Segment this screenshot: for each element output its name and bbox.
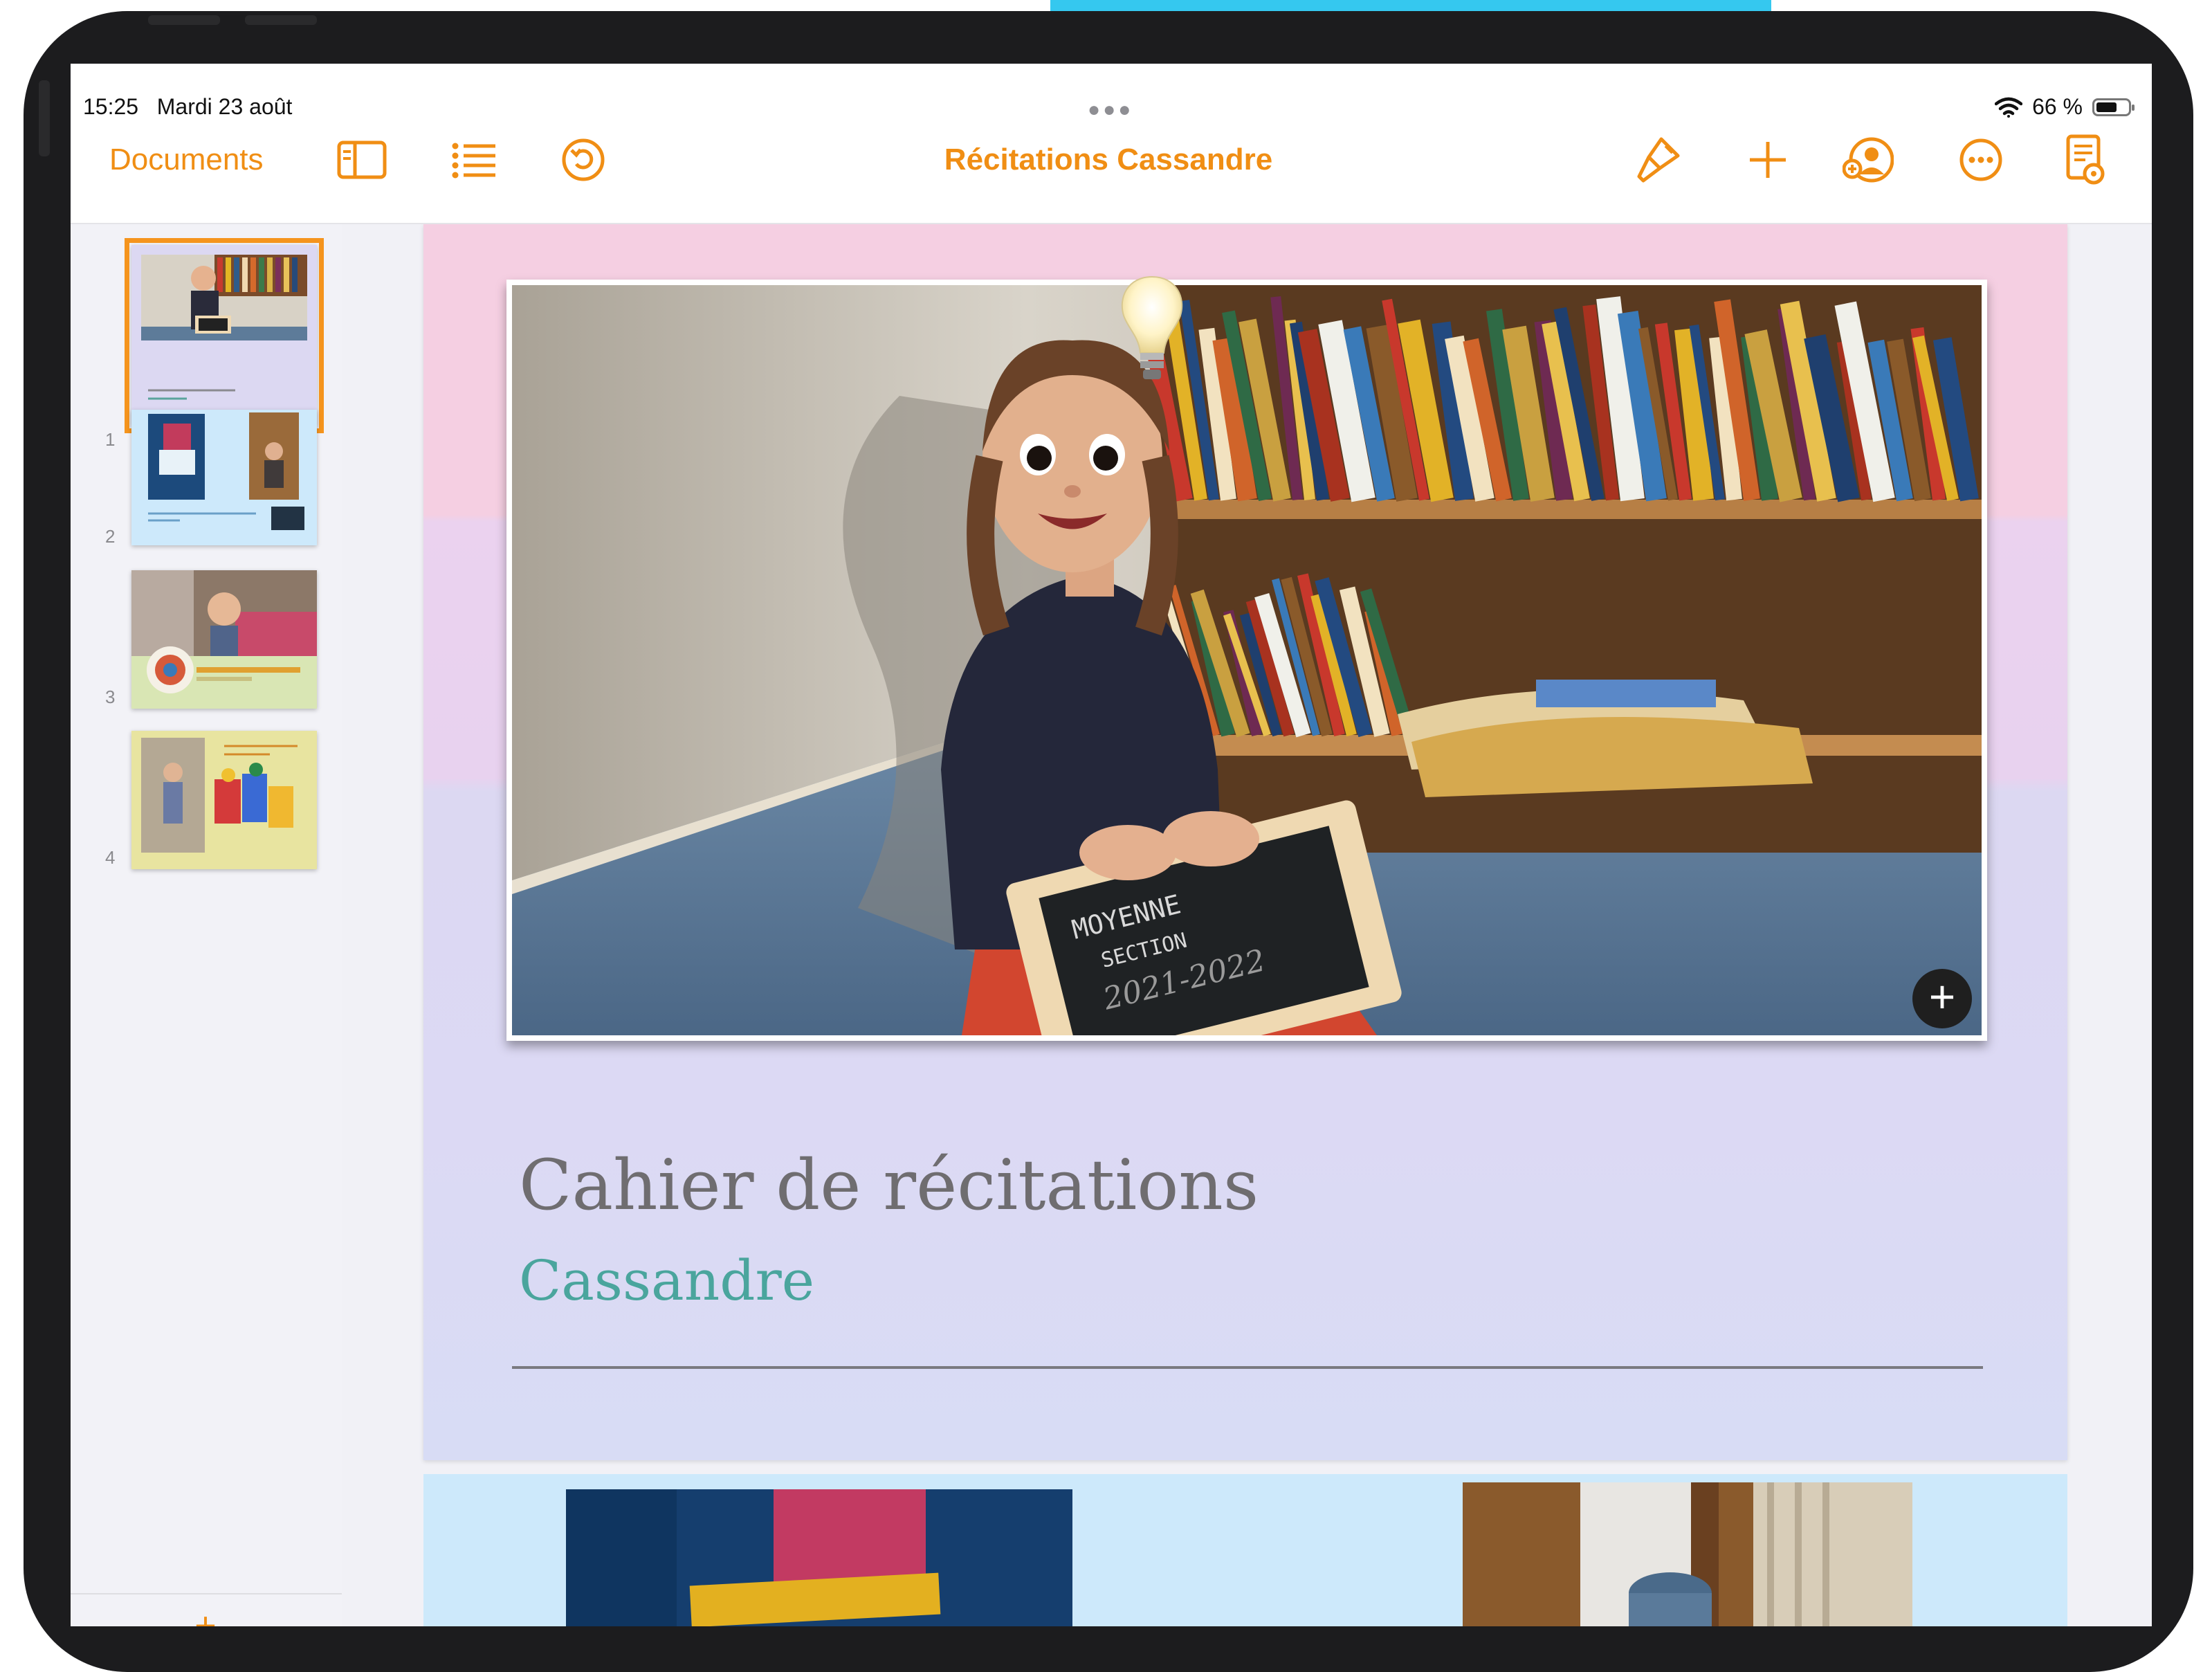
slide-title[interactable]: Cahier de récitations	[519, 1145, 1259, 1226]
slide-number: 4	[105, 847, 116, 868]
slide-1[interactable]: MOYENNE SECTION 2021-2022 + Cahier de ré…	[423, 224, 2067, 1460]
slide-number: 1	[105, 429, 116, 450]
slide-thumbnail-2[interactable]	[131, 410, 317, 545]
lightbulb-icon	[1121, 275, 1183, 379]
list-icon	[452, 143, 495, 179]
slide-2-image	[1463, 1482, 1912, 1626]
collaborate-icon	[1843, 137, 1894, 183]
collaborate-button[interactable]	[1842, 134, 1894, 185]
status-time-date: 15:25 Mardi 23 août	[83, 94, 292, 120]
slide-canvas: MOYENNE SECTION 2021-2022 + Cahier de ré…	[342, 224, 2152, 1626]
document-title[interactable]: Récitations Cassandre	[866, 138, 1351, 181]
insert-button[interactable]	[1745, 134, 1791, 185]
hardware-button	[148, 15, 220, 25]
slide-thumbnail-3[interactable]	[131, 570, 317, 709]
battery-nub	[2132, 104, 2135, 111]
thumbnail-content	[131, 570, 317, 709]
outline-button[interactable]	[450, 137, 498, 183]
hardware-button	[245, 15, 317, 25]
photo-image: MOYENNE SECTION 2021-2022	[512, 285, 1982, 1035]
slide-2-preview[interactable]	[423, 1474, 2067, 1626]
status-right: 66 %	[1995, 94, 2135, 120]
thumbnail-content	[131, 410, 317, 545]
sidebar-toggle-icon	[337, 140, 387, 179]
add-slide-button[interactable]: +	[188, 1607, 223, 1626]
sidebar-toggle-button[interactable]	[336, 137, 387, 183]
thumbnail-content	[131, 245, 317, 426]
slide-photo[interactable]: MOYENNE SECTION 2021-2022 +	[506, 275, 1987, 1041]
multitasking-dots[interactable]: ●●●	[1088, 98, 1133, 122]
wifi-icon	[1995, 97, 2023, 118]
battery-percent: 66 %	[2032, 94, 2083, 119]
screen: 15:25 Mardi 23 août ●●● 66 % Documents R…	[71, 64, 2152, 1626]
status-time: 15:25	[83, 94, 139, 119]
sidebar-divider	[71, 1593, 342, 1594]
slide-subtitle[interactable]: Cassandre	[519, 1248, 814, 1313]
slide-2-image	[566, 1489, 1072, 1626]
more-button[interactable]	[1958, 134, 2004, 185]
toolbar: Documents Récitations Cassandre	[71, 119, 2152, 224]
photo-illustration: MOYENNE SECTION 2021-2022	[512, 285, 1982, 1035]
slide-divider-line	[512, 1366, 1983, 1369]
slide-thumbnail-1[interactable]	[125, 238, 324, 433]
brush-icon	[1637, 137, 1680, 183]
status-date: Mardi 23 août	[156, 94, 293, 119]
slide-navigator: 1 2 3 4 +	[71, 224, 343, 1626]
battery-fill	[2096, 102, 2117, 112]
document-view-button[interactable]	[2063, 133, 2108, 188]
image-illustration	[1463, 1482, 1912, 1626]
image-illustration	[566, 1489, 1072, 1626]
hardware-button	[39, 80, 50, 156]
slide-thumbnail-4[interactable]	[131, 731, 317, 869]
accent-bar	[1050, 0, 1771, 11]
format-button[interactable]	[1633, 134, 1683, 185]
status-bar: 15:25 Mardi 23 août ●●● 66 %	[71, 64, 2152, 122]
battery-icon	[2092, 98, 2135, 116]
slide-number: 2	[105, 526, 116, 547]
undo-button[interactable]	[560, 137, 606, 183]
slide-number: 3	[105, 687, 116, 707]
more-icon	[1959, 138, 2002, 181]
documents-button[interactable]: Documents	[109, 138, 264, 181]
plus-icon	[1750, 142, 1786, 178]
thumbnail-content	[131, 731, 317, 869]
add-media-button[interactable]: +	[1912, 969, 1972, 1028]
undo-icon	[562, 138, 605, 181]
document-view-icon	[2066, 134, 2105, 185]
